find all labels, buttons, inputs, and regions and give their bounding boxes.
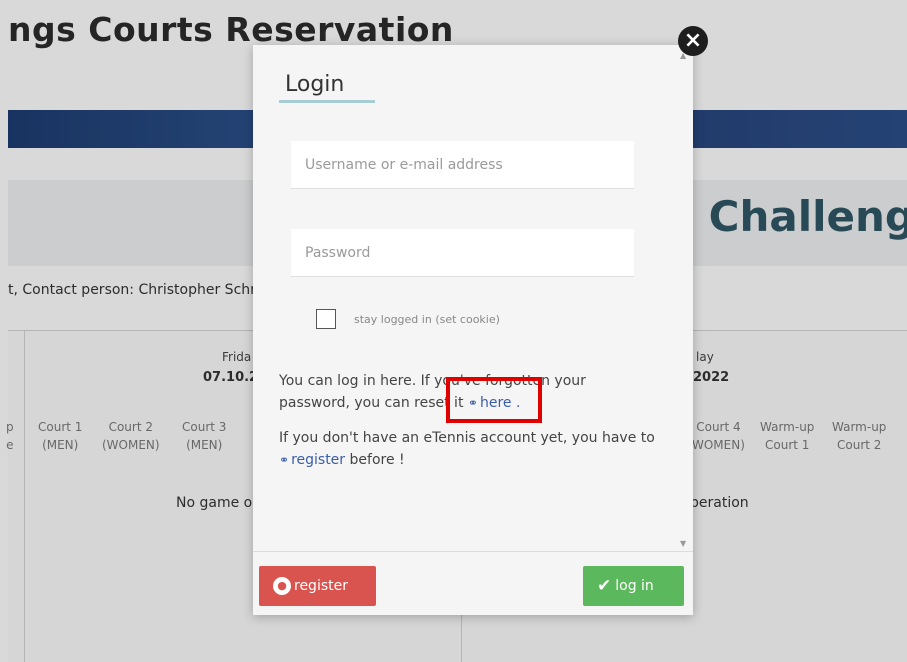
stay-logged-in-label: stay logged in (set cookie) xyxy=(354,313,500,326)
highlight-box xyxy=(446,377,542,423)
register-button[interactable]: ● register xyxy=(259,566,376,606)
modal-title: Login xyxy=(285,72,345,97)
register-link[interactable]: ⚭ register xyxy=(279,452,345,468)
scroll-down-icon[interactable]: ▼ xyxy=(680,539,686,548)
modal-footer: ● register ✔ log in xyxy=(253,551,693,615)
stay-logged-in-checkbox[interactable] xyxy=(316,309,336,329)
title-underline xyxy=(279,100,375,103)
check-icon: ✔ xyxy=(597,576,612,596)
close-icon[interactable]: × xyxy=(678,26,708,56)
username-input[interactable] xyxy=(291,141,634,189)
link-icon: ⚭ xyxy=(279,453,290,467)
modal-scrollbar[interactable] xyxy=(675,45,693,551)
user-icon: ● xyxy=(273,577,291,595)
login-modal: Login stay logged in (set cookie) You ca… xyxy=(253,45,693,615)
password-input[interactable] xyxy=(291,229,634,277)
register-info: If you don't have an eTennis account yet… xyxy=(279,430,655,468)
login-button[interactable]: ✔ log in xyxy=(583,566,684,606)
